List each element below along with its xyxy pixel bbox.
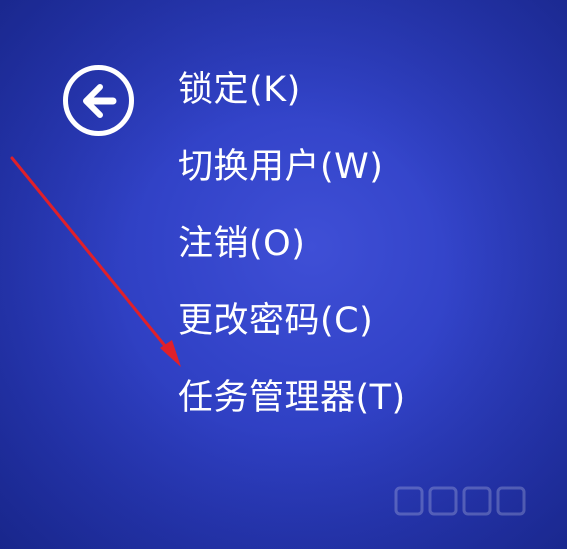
watermark-logo: [394, 486, 526, 516]
menu-item-lock[interactable]: 锁定(K): [178, 52, 406, 129]
back-button[interactable]: [63, 65, 134, 136]
arrow-left-icon: [82, 83, 116, 118]
menu-item-sign-out[interactable]: 注销(O): [178, 206, 406, 283]
menu-item-change-password[interactable]: 更改密码(C): [178, 283, 406, 360]
ctrl-alt-del-menu: 锁定(K) 切换用户(W) 注销(O) 更改密码(C) 任务管理器(T): [178, 52, 406, 437]
menu-item-task-manager[interactable]: 任务管理器(T): [178, 360, 406, 437]
menu-item-switch-user[interactable]: 切换用户(W): [178, 129, 406, 206]
annotation-arrow-shaft: [10, 156, 172, 354]
